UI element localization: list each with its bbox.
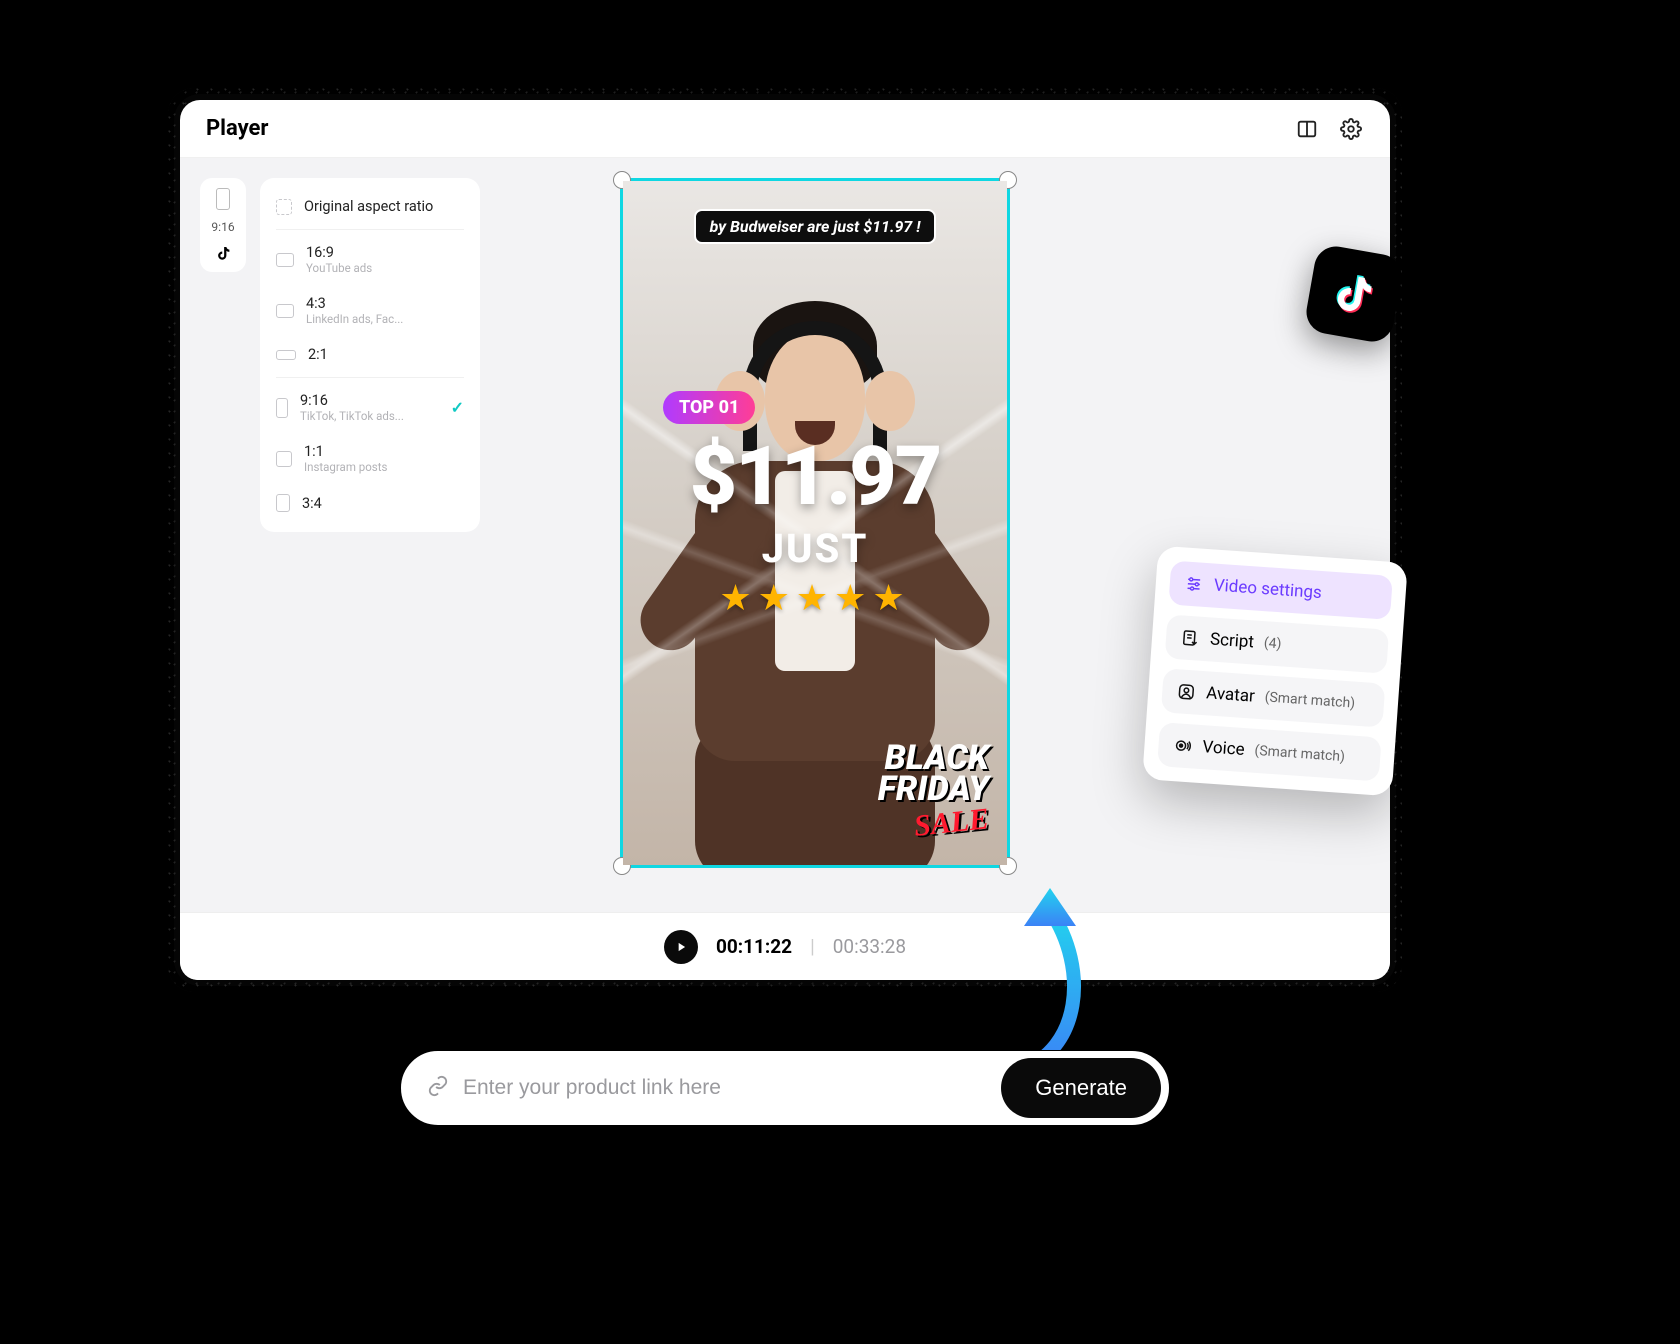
gear-icon[interactable] — [1338, 116, 1364, 142]
player-header: Player — [180, 100, 1390, 158]
aspect-ratio-list: Original aspect ratio 16:9 YouTube ads 4… — [260, 178, 480, 532]
time-total: 00:33:28 — [833, 935, 906, 958]
rect-16-9-icon — [276, 253, 294, 267]
aspect-label: 9:16 — [300, 392, 404, 409]
settings-avatar[interactable]: Avatar (Smart match) — [1161, 668, 1386, 727]
aspect-label: Original aspect ratio — [304, 198, 433, 215]
aspect-sub: LinkedIn ads, Fac... — [306, 312, 403, 326]
aspect-9-16[interactable]: 9:16 TikTok, TikTok ads... ✓ — [260, 382, 480, 433]
aspect-4-3[interactable]: 4:3 LinkedIn ads, Fac... — [260, 285, 480, 336]
ratio-chip[interactable]: 9:16 — [200, 178, 246, 272]
settings-voice-label: Voice — [1202, 737, 1245, 760]
aspect-label: 4:3 — [306, 295, 403, 312]
avatar-icon — [1176, 681, 1197, 702]
aspect-1-1[interactable]: 1:1 Instagram posts — [260, 433, 480, 484]
play-button[interactable] — [664, 930, 698, 964]
settings-script[interactable]: Script (4) — [1165, 614, 1390, 673]
star-rating: ★★★★★ — [623, 577, 1007, 619]
playback-bar: 00:11:22 | 00:33:28 — [180, 912, 1390, 980]
settings-video[interactable]: Video settings — [1168, 561, 1393, 620]
aspect-label: 2:1 — [308, 346, 328, 363]
video-frame[interactable]: by Budweiser are just $11.97 ! TOP 01 $1… — [620, 178, 1010, 868]
script-icon — [1179, 627, 1200, 648]
aspect-label: 16:9 — [306, 244, 372, 261]
bf-sale: SALE — [913, 805, 991, 840]
aspect-sub: YouTube ads — [306, 261, 372, 275]
aspect-original[interactable]: Original aspect ratio — [260, 188, 480, 225]
just-text: JUST — [623, 525, 1007, 572]
check-icon: ✓ — [451, 398, 464, 417]
settings-script-count: (4) — [1263, 635, 1282, 652]
black-friday-badge: BLACK FRIDAY SALE — [878, 743, 989, 837]
dashed-square-icon — [276, 199, 292, 215]
tiktok-icon — [214, 244, 232, 262]
time-current: 00:11:22 — [716, 935, 792, 958]
player-card: Player 9:16 Original aspect ratio — [180, 100, 1390, 980]
ratio-chip-label: 9:16 — [211, 220, 234, 234]
aspect-sub: Instagram posts — [304, 460, 387, 474]
settings-script-label: Script — [1209, 629, 1254, 652]
aspect-label: 3:4 — [302, 495, 322, 512]
video-preview: by Budweiser are just $11.97 ! TOP 01 $1… — [623, 181, 1007, 865]
price-text: $11.97 — [623, 429, 1007, 525]
rect-2-1-icon — [276, 350, 296, 360]
settings-avatar-hint: (Smart match) — [1264, 689, 1355, 711]
rect-3-4-icon — [276, 494, 290, 512]
rect-4-3-icon — [276, 304, 294, 318]
link-icon — [427, 1075, 449, 1101]
aspect-2-1[interactable]: 2:1 — [260, 336, 480, 373]
settings-avatar-label: Avatar — [1206, 683, 1256, 706]
bf-line2: FRIDAY — [878, 774, 989, 805]
aspect-sub: TikTok, TikTok ads... — [300, 409, 404, 423]
product-link-input[interactable] — [463, 1076, 1001, 1100]
generate-bar: Generate — [400, 1050, 1170, 1126]
panel-toggle-icon[interactable] — [1294, 116, 1320, 142]
settings-voice-hint: (Smart match) — [1254, 743, 1345, 765]
rect-9-16-icon — [276, 398, 288, 418]
rect-1-1-icon — [276, 451, 292, 467]
tiktok-logo-tile — [1303, 243, 1405, 345]
divider — [276, 229, 464, 230]
time-separator: | — [810, 935, 815, 958]
sliders-icon — [1183, 573, 1204, 594]
settings-voice[interactable]: Voice (Smart match) — [1157, 722, 1382, 781]
settings-video-label: Video settings — [1213, 576, 1322, 604]
aspect-3-4[interactable]: 3:4 — [260, 484, 480, 522]
page-title: Player — [206, 116, 269, 141]
top-badge: TOP 01 — [663, 391, 755, 424]
voice-icon — [1172, 735, 1193, 756]
phone-portrait-icon — [216, 188, 230, 210]
divider — [276, 377, 464, 378]
video-settings-panel: Video settings Script (4) Avatar (Smart … — [1142, 546, 1408, 797]
aspect-label: 1:1 — [304, 443, 387, 460]
aspect-16-9[interactable]: 16:9 YouTube ads — [260, 234, 480, 285]
generate-button[interactable]: Generate — [1001, 1058, 1161, 1118]
video-caption: by Budweiser are just $11.97 ! — [694, 209, 937, 244]
